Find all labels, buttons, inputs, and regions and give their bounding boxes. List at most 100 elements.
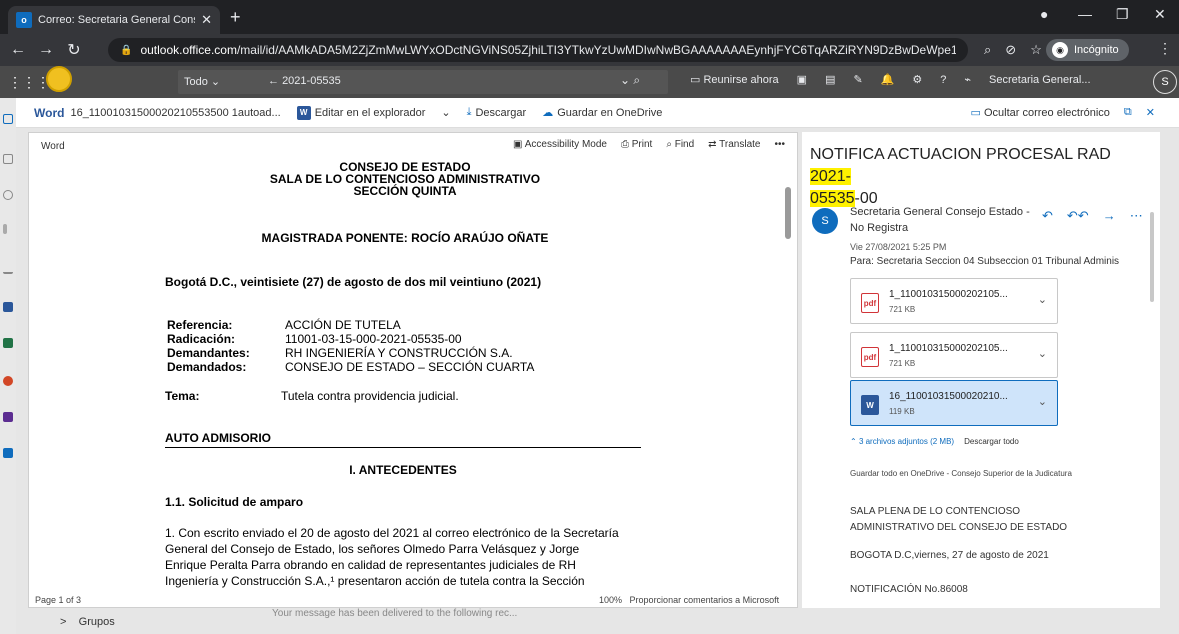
doc-auto-title: AUTO ADMISORIO — [165, 431, 641, 448]
attachment-size: 721 KB — [889, 359, 916, 368]
organization-logo — [46, 66, 72, 92]
incognito-badge[interactable]: ◉ Incógnito — [1046, 39, 1129, 61]
attachment-summary: ⌃ 3 archivos adjuntos (2 MB) Descargar t… — [850, 437, 1019, 446]
zoom-icon[interactable]: ⌕ — [984, 42, 991, 58]
calendar-icon[interactable] — [3, 154, 13, 164]
find-button[interactable]: ⌕ Find — [666, 139, 694, 150]
no-tracking-icon[interactable]: ⊘ — [1005, 42, 1016, 58]
mail-icon[interactable] — [3, 114, 13, 124]
settings-gear-icon[interactable]: ⚙ — [912, 73, 922, 86]
feedback-icon[interactable]: ⌁ — [964, 73, 971, 86]
translate-button[interactable]: ⇄ Translate — [708, 139, 760, 150]
email-date: Vie 27/08/2021 5:25 PM — [850, 242, 947, 252]
download-icon: ⤓ — [466, 106, 472, 118]
teams-icon[interactable]: ▣ — [797, 73, 807, 86]
reload-icon[interactable]: ↻ — [60, 40, 88, 60]
word-viewer-toolbar: Word ▣ Accessibility Mode ⎙ Print ⌕ Find… — [29, 133, 799, 157]
attachments-toggle[interactable]: ⌃ 3 archivos adjuntos (2 MB) — [850, 437, 954, 446]
chevron-down-icon[interactable]: ⌄ — [1038, 395, 1047, 408]
groups-folder[interactable]: > Grupos — [60, 616, 115, 628]
attachment-card[interactable]: pdf 1_110010315000202105... 721 KB ⌄ — [850, 332, 1058, 378]
attach-icon[interactable] — [3, 224, 7, 234]
todo-check-icon[interactable] — [3, 264, 13, 274]
reading-pane-scrollbar[interactable] — [1150, 212, 1154, 302]
forward-icon[interactable]: → — [1103, 208, 1116, 224]
notifications-icon[interactable]: 🔔 — [881, 73, 895, 86]
onenote-app-icon[interactable] — [3, 412, 13, 422]
search-icon[interactable]: ⌄ ⌕ — [620, 73, 640, 88]
excel-app-icon[interactable] — [3, 338, 13, 348]
powerpoint-app-icon[interactable] — [3, 376, 13, 386]
chrome-menu-icon[interactable]: ⋮ — [1158, 40, 1172, 57]
sender-name[interactable]: Secretaria General Consejo Estado - No R… — [850, 204, 1030, 236]
accessibility-mode-button[interactable]: ▣ Accessibility Mode — [513, 139, 607, 150]
sender-avatar: S — [812, 208, 838, 234]
word-viewer-status: Page 1 of 3 100% Proporcionar comentario… — [29, 593, 799, 609]
meet-now-button[interactable]: ▭ Reunirse ahora — [690, 73, 779, 86]
word-viewer: Word ▣ Accessibility Mode ⎙ Print ⌕ Find… — [28, 132, 798, 608]
incognito-icon: ◉ — [1052, 42, 1068, 58]
save-all-onedrive-link[interactable]: Guardar todo en OneDrive - Consejo Super… — [850, 469, 1072, 478]
new-tab-icon[interactable]: + — [230, 7, 241, 28]
help-icon[interactable]: ? — [940, 74, 946, 86]
header-actions: ▭ Reunirse ahora ▣ ▤ ✎ 🔔 ⚙ ? ⌁ Secretari… — [690, 73, 1091, 87]
account-avatar[interactable]: S — [1153, 70, 1177, 94]
back-icon[interactable]: ← — [4, 41, 32, 59]
popout-icon[interactable]: ⧉ — [1124, 106, 1132, 119]
browser-tab[interactable]: o Correo: Secretaria General Conse ✕ — [8, 6, 220, 34]
print-button[interactable]: ⎙ Print — [621, 139, 652, 150]
doc-reference-table: Referencia: ACCIÓN DE TUTELA Radicación: 1… — [167, 318, 535, 374]
doc-scrollbar[interactable] — [785, 187, 791, 239]
search-box[interactable] — [178, 70, 668, 94]
email-body-line: BOGOTA D.C,viernes, 27 de agosto de 2021 — [850, 550, 1049, 561]
search-filter[interactable]: Todo ⌄ — [184, 75, 220, 88]
close-viewer-icon[interactable]: ✕ — [1146, 106, 1155, 119]
hide-email-button[interactable]: ▭ Ocultar correo electrónico — [971, 106, 1110, 119]
save-onedrive-button[interactable]: ☁ Guardar en OneDrive — [542, 106, 662, 120]
tab-title: Correo: Secretaria General Conse — [38, 14, 196, 26]
attachment-size: 721 KB — [889, 305, 916, 314]
people-icon[interactable] — [3, 190, 13, 200]
todo-icon[interactable]: ✎ — [853, 73, 862, 86]
minimize-icon[interactable]: — — [1078, 6, 1092, 22]
forward-icon[interactable]: → — [32, 41, 60, 59]
reply-all-icon[interactable]: ↶↶ — [1067, 208, 1089, 224]
edit-options-chevron[interactable]: ⌄ — [441, 106, 450, 119]
more-actions-icon[interactable]: ⋯ — [1130, 208, 1143, 224]
word-viewer-label: Word — [41, 141, 65, 152]
email-body-line: NOTIFICACIÓN No.86008 — [850, 584, 968, 595]
attachment-card[interactable]: pdf 1_110010315000202105... 721 KB ⌄ — [850, 278, 1058, 324]
chevron-down-icon[interactable]: ⌄ — [1038, 293, 1047, 306]
address-bar[interactable]: 🔒 outlook.office.com/mail/id/AAMkADA5M2Z… — [108, 38, 968, 62]
word-icon: W — [296, 105, 311, 120]
message-preview[interactable]: Your message has been delivered to the f… — [272, 608, 517, 619]
close-icon[interactable]: ✕ — [201, 12, 212, 28]
window-close-icon[interactable]: ✕ — [1154, 6, 1166, 23]
more-options-icon[interactable]: ••• — [774, 139, 785, 150]
attachment-card-selected[interactable]: W 16_11001031500020210... 119 KB ⌄ — [850, 380, 1058, 426]
cloud-icon: ☁ — [542, 107, 554, 119]
browser-tabstrip: o Correo: Secretaria General Conse ✕ + ●… — [0, 0, 1179, 34]
edit-in-browser-button[interactable]: W Editar en el explorador — [296, 105, 425, 120]
download-button[interactable]: ⤓ Descargar — [467, 106, 527, 119]
account-name[interactable]: Secretaria General... — [989, 74, 1091, 86]
word-app-icon[interactable] — [3, 302, 13, 312]
chevron-down-icon[interactable]: ⌄ — [1038, 347, 1047, 360]
onenote-icon[interactable]: ▤ — [825, 73, 835, 86]
download-all-link[interactable]: Descargar todo — [964, 437, 1019, 446]
search-input[interactable]: ← 2021-05535 — [268, 75, 341, 87]
email-to: Para: Secretaria Seccion 04 Subseccion 0… — [850, 256, 1120, 267]
yammer-app-icon[interactable] — [3, 448, 13, 458]
profile-icon[interactable]: ● — [1040, 6, 1048, 22]
reply-icon[interactable]: ↶ — [1042, 208, 1053, 224]
doc-subsection: 1.1. Solicitud de amparo — [165, 495, 304, 509]
maximize-icon[interactable]: ❐ — [1116, 6, 1129, 23]
outlook-icon: o — [16, 12, 32, 28]
omnibox-actions: ⌕ ⊘ ☆ — [984, 42, 1042, 58]
app-launcher-icon[interactable]: ⋮⋮⋮ — [8, 74, 50, 91]
star-icon[interactable]: ☆ — [1030, 42, 1042, 58]
email-reading-pane: NOTIFICA ACTUACION PROCESAL RAD 2021- 055… — [802, 132, 1160, 608]
outlook-header: ⋮⋮⋮ Todo ⌄ ← 2021-05535 ⌄ ⌕ ▭ Reunirse a… — [0, 66, 1179, 98]
zoom-and-feedback[interactable]: 100% Proporcionar comentarios a Microsof… — [599, 595, 779, 605]
doc-paragraph: 1. Con escrito enviado el 20 de agosto d… — [165, 526, 619, 588]
